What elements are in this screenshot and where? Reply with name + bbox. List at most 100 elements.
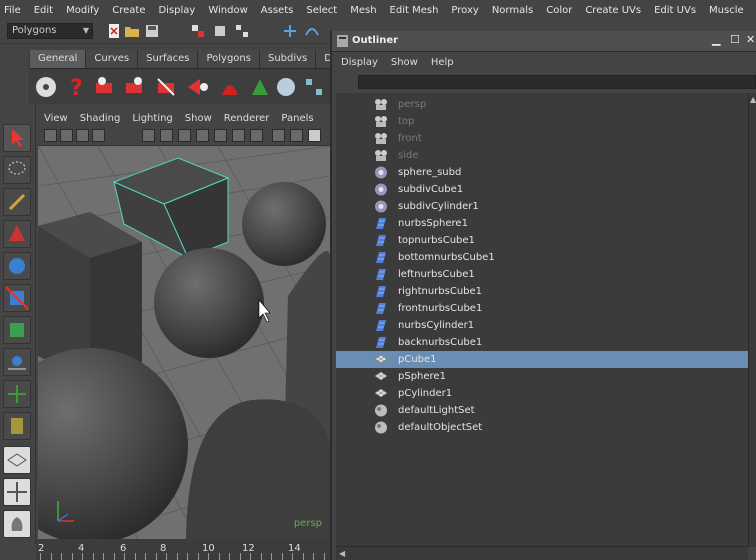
- menu-proxy[interactable]: Proxy: [451, 5, 478, 16]
- safe-title-icon[interactable]: [250, 129, 263, 142]
- outliner-menu-help[interactable]: Help: [431, 57, 454, 68]
- hierarchy-icon[interactable]: [302, 75, 326, 99]
- camera-select-icon[interactable]: [44, 129, 57, 142]
- maximize-button[interactable]: ☐: [730, 33, 740, 46]
- manipulator-tool-button[interactable]: [3, 316, 31, 344]
- time-slider[interactable]: 2 4 6 8 10 12 14: [36, 539, 330, 560]
- menu-edit[interactable]: Edit: [34, 5, 53, 16]
- camera-light-icon[interactable]: [186, 75, 210, 99]
- outliner-item-top[interactable]: top: [336, 113, 748, 130]
- arrow-turn-icon[interactable]: [248, 75, 272, 99]
- outliner-item-subdivcube1[interactable]: subdivCube1: [336, 181, 748, 198]
- smooth-shade-icon[interactable]: [290, 129, 303, 142]
- outliner-item-backnurbscube1[interactable]: backnurbsCube1: [336, 334, 748, 351]
- scale-tool-button[interactable]: [3, 284, 31, 312]
- viewport-menu-show[interactable]: Show: [185, 113, 212, 124]
- outliner-menu-show[interactable]: Show: [391, 57, 418, 68]
- help-question-icon[interactable]: ?: [64, 75, 88, 99]
- shelf-tab-general[interactable]: General: [30, 50, 87, 68]
- camera-aim-icon[interactable]: [124, 75, 148, 99]
- paint-select-button[interactable]: [3, 188, 31, 216]
- menu-edit-uvs[interactable]: Edit UVs: [654, 5, 696, 16]
- menu-color[interactable]: Color: [546, 5, 572, 16]
- outliner-item-defaultlightset[interactable]: defaultLightSet: [336, 402, 748, 419]
- viewport-menu-shading[interactable]: Shading: [80, 113, 121, 124]
- outliner-item-psphere1[interactable]: pSphere1: [336, 368, 748, 385]
- single-pane-layout-button[interactable]: [3, 446, 31, 474]
- select-object-icon[interactable]: [212, 23, 228, 39]
- viewport-menu-lighting[interactable]: Lighting: [132, 113, 172, 124]
- save-scene-icon[interactable]: [144, 23, 160, 39]
- menu-normals[interactable]: Normals: [492, 5, 533, 16]
- select-tool-button[interactable]: [3, 124, 31, 152]
- viewport-menu-view[interactable]: View: [44, 113, 68, 124]
- outliner-item-bottomnurbscube1[interactable]: bottomnurbsCube1: [336, 249, 748, 266]
- select-hierarchy-icon[interactable]: [190, 23, 206, 39]
- snap-curve-icon[interactable]: [304, 23, 320, 39]
- outliner-item-subdivcylinder1[interactable]: subdivCylinder1: [336, 198, 748, 215]
- outliner-menu-display[interactable]: Display: [341, 57, 378, 68]
- outliner-title-bar[interactable]: Outliner ▁ ☐ ✕: [332, 31, 756, 52]
- scroll-left-icon[interactable]: ◀: [339, 549, 345, 558]
- spotlight-icon[interactable]: [218, 75, 242, 99]
- menu-window[interactable]: Window: [208, 5, 247, 16]
- film-reel-icon[interactable]: [34, 75, 58, 99]
- menu-modify[interactable]: Modify: [66, 5, 99, 16]
- grid-toggle-icon[interactable]: [142, 129, 155, 142]
- menu-select[interactable]: Select: [306, 5, 337, 16]
- move-tool-button[interactable]: [3, 220, 31, 248]
- outliner-item-persp[interactable]: persp: [336, 96, 748, 113]
- menu-edit-mesh[interactable]: Edit Mesh: [390, 5, 439, 16]
- open-scene-icon[interactable]: [124, 23, 140, 39]
- shelf-tab-surfaces[interactable]: Surfaces: [138, 50, 199, 68]
- menu-set-dropdown[interactable]: Polygons ▼: [7, 23, 93, 39]
- snap-grid-icon[interactable]: [282, 23, 298, 39]
- shelf-tab-polygons[interactable]: Polygons: [198, 50, 260, 68]
- image-plane-icon[interactable]: [92, 129, 105, 142]
- wireframe-icon[interactable]: [272, 129, 285, 142]
- outliner-vertical-scrollbar[interactable]: ▲: [748, 93, 756, 547]
- rotate-tool-button[interactable]: [3, 252, 31, 280]
- perspective-viewport[interactable]: persp: [38, 146, 330, 539]
- outliner-horizontal-scrollbar[interactable]: ◀: [336, 546, 748, 560]
- close-button[interactable]: ✕: [746, 33, 755, 46]
- sphere-ball-icon[interactable]: [274, 75, 298, 99]
- last-tool-button[interactable]: [3, 412, 31, 440]
- menu-mesh[interactable]: Mesh: [350, 5, 376, 16]
- camera-attr-icon[interactable]: [60, 129, 73, 142]
- film-gate-icon[interactable]: [160, 129, 173, 142]
- scroll-up-icon[interactable]: ▲: [750, 95, 756, 104]
- gate-mask-icon[interactable]: [196, 129, 209, 142]
- outliner-item-pcylinder1[interactable]: pCylinder1: [336, 385, 748, 402]
- menu-display[interactable]: Display: [158, 5, 195, 16]
- show-manip-button[interactable]: [3, 380, 31, 408]
- outliner-item-topnurbscube1[interactable]: topnurbsCube1: [336, 232, 748, 249]
- outliner-item-front[interactable]: front: [336, 130, 748, 147]
- four-pane-layout-button[interactable]: [3, 478, 31, 506]
- bookmark-icon[interactable]: [76, 129, 89, 142]
- minimize-button[interactable]: ▁: [712, 33, 720, 46]
- viewport-menu-renderer[interactable]: Renderer: [224, 113, 270, 124]
- xray-shade-icon[interactable]: [308, 129, 321, 142]
- outliner-item-defaultobjectset[interactable]: defaultObjectSet: [336, 419, 748, 436]
- resolution-gate-icon[interactable]: [178, 129, 191, 142]
- menu-assets[interactable]: Assets: [261, 5, 294, 16]
- shelf-tab-subdivs[interactable]: Subdivs: [259, 50, 317, 68]
- outliner-item-rightnurbscube1[interactable]: rightnurbsCube1: [336, 283, 748, 300]
- select-component-icon[interactable]: [234, 23, 250, 39]
- outliner-item-side[interactable]: side: [336, 147, 748, 164]
- soft-mod-button[interactable]: [3, 348, 31, 376]
- menu-file[interactable]: File: [4, 5, 21, 16]
- outliner-item-sphere-subd[interactable]: sphere_subd: [336, 164, 748, 181]
- lasso-tool-button[interactable]: [3, 156, 31, 184]
- outliner-item-nurbssphere1[interactable]: nurbsSphere1: [336, 215, 748, 232]
- shelf-handle[interactable]: [0, 50, 30, 104]
- viewport-menu-panels[interactable]: Panels: [281, 113, 313, 124]
- outliner-item-leftnurbscube1[interactable]: leftnurbsCube1: [336, 266, 748, 283]
- outliner-item-pcube1[interactable]: pCube1: [336, 351, 748, 368]
- outliner-item-frontnurbscube1[interactable]: frontnurbsCube1: [336, 300, 748, 317]
- new-scene-icon[interactable]: [106, 23, 122, 39]
- field-chart-icon[interactable]: [214, 129, 227, 142]
- menu-muscle[interactable]: Muscle: [709, 5, 744, 16]
- camera-icon[interactable]: [94, 75, 118, 99]
